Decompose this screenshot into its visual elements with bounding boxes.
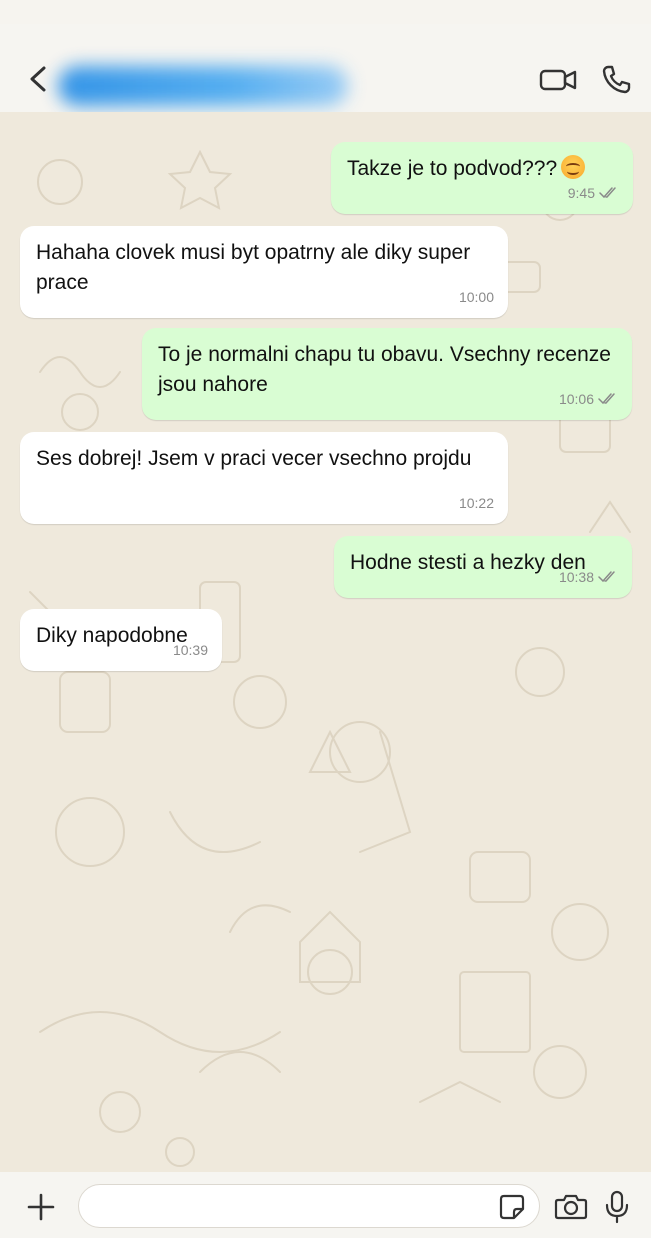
- message-timestamp: 10:22: [458, 495, 494, 511]
- back-button[interactable]: [26, 62, 60, 96]
- contact-avatar-blurred[interactable]: [58, 66, 348, 106]
- message-text: Ses dobrej! Jsem v praci vecer vsechno p…: [36, 447, 472, 470]
- composer-bar: [0, 1172, 651, 1238]
- status-strip: [0, 0, 651, 24]
- phone-icon: [602, 65, 631, 94]
- message-timestamp: 10:38: [559, 562, 618, 592]
- message-timestamp: 10:39: [172, 642, 208, 658]
- message-timestamp: 9:45: [568, 178, 619, 208]
- voice-call-button[interactable]: [596, 60, 636, 100]
- read-ticks-icon: [599, 187, 616, 199]
- smiling-face-emoji-icon: [561, 155, 586, 179]
- video-call-button[interactable]: [538, 60, 578, 100]
- message-timestamp: 10:00: [458, 289, 494, 305]
- read-ticks-icon: [598, 393, 615, 405]
- message-text: Takze je to podvod???: [347, 157, 558, 180]
- message-input[interactable]: [95, 1185, 499, 1227]
- video-camera-icon: [539, 69, 577, 91]
- microphone-icon: [605, 1190, 629, 1224]
- message-bubble-outgoing[interactable]: Takze je to podvod??? 9:45: [331, 142, 633, 214]
- message-bubble-incoming[interactable]: Diky napodobne 10:39: [20, 609, 222, 671]
- voice-message-button[interactable]: [600, 1188, 634, 1226]
- message-text: To je normalni chapu tu obavu. Vsechny r…: [158, 343, 611, 396]
- sticker-icon: [499, 1194, 525, 1220]
- message-bubble-incoming[interactable]: Hahaha clovek musi byt opatrny ale diky …: [20, 226, 508, 318]
- read-ticks-icon: [598, 571, 615, 583]
- message-bubble-incoming[interactable]: Ses dobrej! Jsem v praci vecer vsechno p…: [20, 432, 508, 524]
- plus-icon: [27, 1193, 55, 1221]
- arrow-left-icon: [30, 66, 46, 92]
- message-text: Diky napodobne: [36, 624, 188, 647]
- camera-icon: [554, 1194, 588, 1220]
- message-timestamp: 10:06: [559, 384, 618, 414]
- message-bubble-outgoing[interactable]: Hodne stesti a hezky den 10:38: [334, 536, 632, 598]
- camera-button[interactable]: [552, 1188, 590, 1226]
- message-bubble-outgoing[interactable]: To je normalni chapu tu obavu. Vsechny r…: [142, 328, 632, 420]
- message-text: Hodne stesti a hezky den: [350, 551, 586, 574]
- message-input-container[interactable]: [78, 1184, 540, 1228]
- attach-button[interactable]: [24, 1190, 58, 1224]
- message-text: Hahaha clovek musi byt opatrny ale diky …: [36, 241, 471, 294]
- message-list[interactable]: Takze je to podvod??? 9:45 Hahaha clovek…: [0, 112, 651, 1172]
- sticker-button[interactable]: [497, 1192, 527, 1222]
